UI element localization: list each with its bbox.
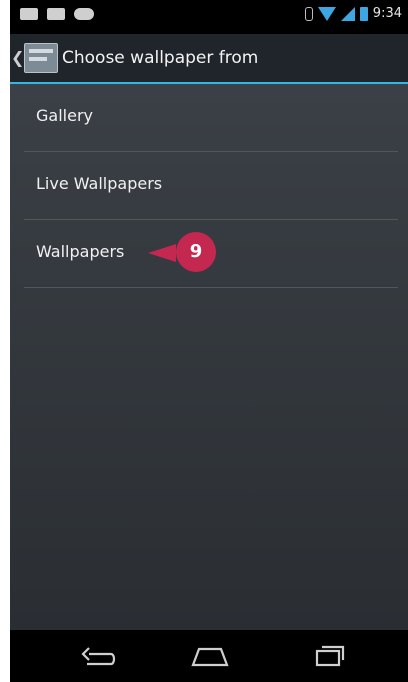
page-title: Choose wallpaper from <box>62 48 259 68</box>
bluetooth-icon <box>304 6 313 21</box>
notification-icons <box>20 8 94 20</box>
recent-apps-icon[interactable] <box>300 638 360 674</box>
step-callout: 9 <box>148 230 234 274</box>
battery-icon <box>359 6 368 21</box>
status-time: 9:34 <box>372 6 402 21</box>
callout-arrow <box>148 244 176 262</box>
wifi-icon <box>317 6 336 21</box>
message-icon <box>47 8 65 20</box>
list-item-live-wallpapers[interactable]: Live Wallpapers <box>24 152 398 220</box>
action-bar: ❮ Choose wallpaper from <box>10 34 408 84</box>
status-bar: 9:34 <box>10 0 408 34</box>
caret-left-icon[interactable]: ❮ <box>11 48 24 67</box>
mail-icon <box>20 8 38 20</box>
navigation-bar <box>10 630 408 682</box>
phone-screen: 9:34 ❮ Choose wallpaper from Gallery Liv… <box>10 0 408 682</box>
back-icon[interactable] <box>68 638 128 674</box>
list-item-label: Live Wallpapers <box>36 174 163 193</box>
list-item-label: Wallpapers <box>36 242 125 261</box>
gamepad-icon <box>74 8 94 20</box>
step-badge: 9 <box>176 232 216 272</box>
system-icons: 9:34 <box>304 6 402 21</box>
wallpaper-source-list: Gallery Live Wallpapers Wallpapers <box>10 84 408 630</box>
list-item-label: Gallery <box>36 106 93 125</box>
signal-icon <box>340 6 355 21</box>
home-icon[interactable] <box>180 638 240 674</box>
list-item-gallery[interactable]: Gallery <box>24 84 398 152</box>
wallpaper-app-icon[interactable] <box>24 43 58 73</box>
